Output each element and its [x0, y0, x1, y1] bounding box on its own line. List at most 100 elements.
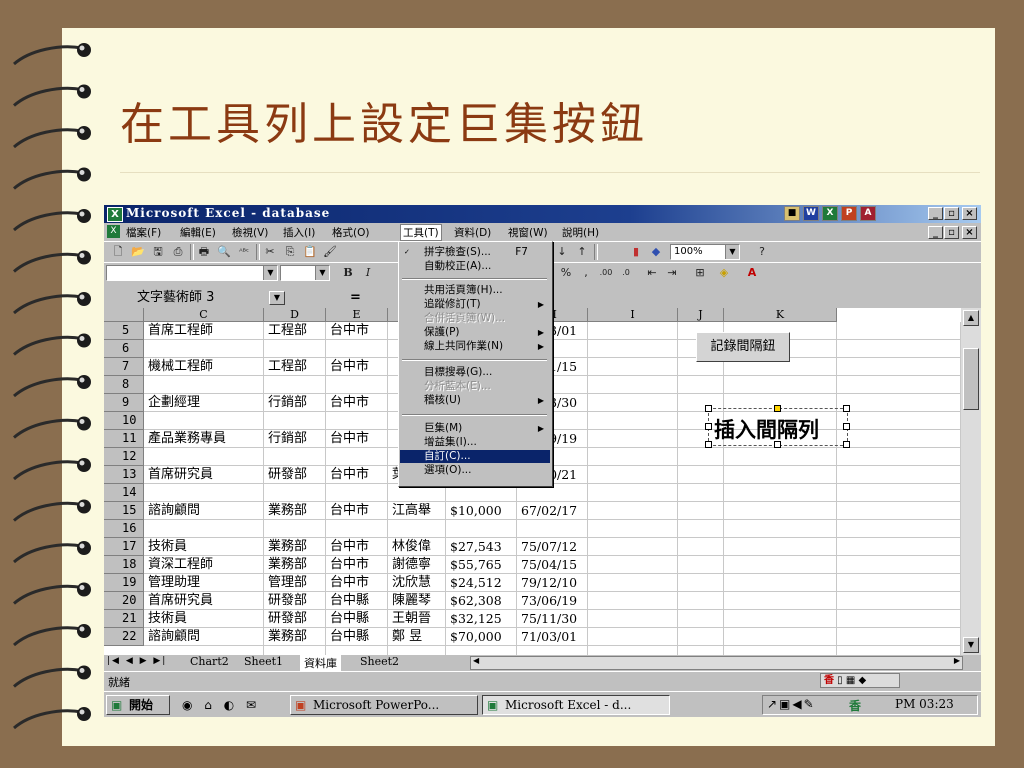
cell-g[interactable]: $62,308: [450, 592, 515, 610]
wordart-insert-row-text[interactable]: 插入間隔列: [714, 414, 819, 444]
cell-c[interactable]: 資深工程師: [148, 556, 262, 574]
menu-item-customize[interactable]: 自訂(C)...: [400, 450, 550, 463]
cell-e[interactable]: 台中市: [330, 466, 386, 484]
save-icon[interactable]: 🖫: [150, 245, 166, 259]
zoom-box[interactable]: 100% ▼: [670, 244, 740, 260]
resize-handle[interactable]: [705, 423, 712, 430]
decrease-indent-icon[interactable]: ⇤: [644, 266, 660, 280]
cell-g[interactable]: $27,543: [450, 538, 515, 556]
cell-e[interactable]: [330, 376, 386, 394]
tray-icons[interactable]: ↗▣◀✎: [767, 697, 816, 711]
cell-f[interactable]: 陳麗琴: [392, 592, 444, 610]
cell-f[interactable]: 林俊偉: [392, 538, 444, 556]
sheet-tab-sheet2[interactable]: Sheet2: [360, 655, 399, 668]
menu-item-macro[interactable]: 巨集(M) ▶: [400, 422, 550, 435]
cell-g[interactable]: $55,765: [450, 556, 515, 574]
cell-d[interactable]: 研發部: [268, 592, 324, 610]
cell-c[interactable]: 諮詢顧問: [148, 502, 262, 520]
excel-app-icon[interactable]: X: [107, 207, 123, 222]
font-color-icon[interactable]: A: [744, 266, 760, 280]
row-header[interactable]: 9: [104, 394, 144, 412]
cell-c[interactable]: [148, 448, 262, 466]
cell-e[interactable]: [330, 412, 386, 430]
menu-item-goal-seek[interactable]: 目標搜尋(G)...: [400, 366, 550, 379]
cell-d[interactable]: 行銷部: [268, 430, 324, 448]
row-header[interactable]: 17: [104, 538, 144, 556]
chevron-down-icon[interactable]: ▼: [269, 291, 285, 305]
scroll-right-icon[interactable]: ▶: [954, 656, 960, 665]
italic-icon[interactable]: I: [360, 266, 376, 280]
cell-c[interactable]: 首席研究員: [148, 466, 262, 484]
cell-f[interactable]: 謝德寧: [392, 556, 444, 574]
print-icon[interactable]: 🖶: [196, 245, 212, 259]
menu-tools[interactable]: 工具(T): [400, 224, 442, 241]
column-header-i[interactable]: I: [588, 308, 678, 322]
cell-e[interactable]: [330, 448, 386, 466]
menu-file[interactable]: 檔案(F): [126, 225, 161, 240]
cell-c[interactable]: [148, 340, 262, 358]
cell-c[interactable]: [148, 412, 262, 430]
web-icon[interactable]: ⎙: [170, 245, 186, 259]
menu-insert[interactable]: 插入(I): [283, 225, 315, 240]
cell-e[interactable]: [330, 340, 386, 358]
cut-icon[interactable]: ✂: [262, 245, 278, 259]
row-header[interactable]: 14: [104, 484, 144, 502]
cell-f[interactable]: 江高舉: [392, 502, 444, 520]
window-titlebar[interactable]: X Microsoft Excel - database ■ W X P A _…: [104, 205, 981, 223]
ime-bar[interactable]: 香 ▯ ▦ ◆: [820, 673, 900, 688]
menu-item-share-workbook[interactable]: 共用活頁簿(H)...: [400, 284, 550, 297]
column-header-k[interactable]: K: [724, 308, 837, 322]
cell-c[interactable]: 技術員: [148, 538, 262, 556]
spelling-icon[interactable]: ᴬᴮᶜ: [236, 245, 252, 259]
menu-item-add-ins[interactable]: 增益集(I)...: [400, 436, 550, 449]
column-header-e[interactable]: E: [326, 308, 388, 322]
cell-d[interactable]: 研發部: [268, 610, 324, 628]
word-icon[interactable]: W: [803, 206, 819, 221]
quick-launch-icons[interactable]: ◉ ⌂ ◐ ✉: [182, 698, 260, 712]
sheet-tab-sheet1[interactable]: Sheet1: [244, 655, 283, 668]
cell-g[interactable]: [450, 520, 515, 538]
cell-e[interactable]: [330, 484, 386, 502]
resize-handle[interactable]: [705, 405, 712, 412]
resize-handle[interactable]: [843, 441, 850, 448]
cell-e[interactable]: 台中市: [330, 502, 386, 520]
cell-d[interactable]: [268, 376, 324, 394]
cell-g[interactable]: $32,125: [450, 610, 515, 628]
cell-h[interactable]: 73/06/19: [521, 592, 586, 610]
cell-e[interactable]: 台中市: [330, 394, 386, 412]
task-powerpoint[interactable]: ▣ Microsoft PowerPo...: [290, 695, 478, 715]
menu-edit[interactable]: 編輯(E): [180, 225, 216, 240]
decrease-decimal-icon[interactable]: .0: [618, 266, 634, 280]
cell-f[interactable]: 鄭 昱: [392, 628, 444, 646]
print-preview-icon[interactable]: 🔍: [216, 245, 232, 259]
cell-d[interactable]: [268, 340, 324, 358]
cell-h[interactable]: [521, 520, 586, 538]
cell-h[interactable]: 67/02/17: [521, 502, 586, 520]
cell-f[interactable]: 沈欣慧: [392, 574, 444, 592]
format-painter-icon[interactable]: 🖌: [322, 245, 338, 259]
cell-d[interactable]: 工程部: [268, 358, 324, 376]
row-header[interactable]: 22: [104, 628, 144, 646]
chevron-down-icon[interactable]: ▼: [725, 245, 739, 259]
menu-data[interactable]: 資料(D): [454, 225, 491, 240]
paste-icon[interactable]: 📋: [302, 245, 318, 259]
start-button[interactable]: ▣ 開始: [106, 695, 170, 715]
cell-h[interactable]: 75/11/30: [521, 610, 586, 628]
cell-d[interactable]: [268, 448, 324, 466]
cell-c[interactable]: [148, 484, 262, 502]
menu-format[interactable]: 格式(O): [332, 225, 369, 240]
row-header[interactable]: 8: [104, 376, 144, 394]
resize-handle[interactable]: [843, 423, 850, 430]
access-icon[interactable]: A: [860, 206, 876, 221]
column-header-j[interactable]: J: [678, 308, 724, 322]
record-interval-macro-button[interactable]: 記錄間隔鈕: [696, 332, 790, 362]
sheet-tab-chart2[interactable]: Chart2: [190, 655, 229, 668]
menu-help[interactable]: 說明(H): [562, 225, 599, 240]
task-excel[interactable]: ▣ Microsoft Excel - d...: [482, 695, 670, 715]
scroll-left-icon[interactable]: ◀: [473, 656, 479, 665]
cell-d[interactable]: 業務部: [268, 628, 324, 646]
menu-item-auditing[interactable]: 稽核(U) ▶: [400, 394, 550, 407]
cell-e[interactable]: 台中市: [330, 358, 386, 376]
row-header[interactable]: 11: [104, 430, 144, 448]
cell-e[interactable]: 台中市: [330, 574, 386, 592]
